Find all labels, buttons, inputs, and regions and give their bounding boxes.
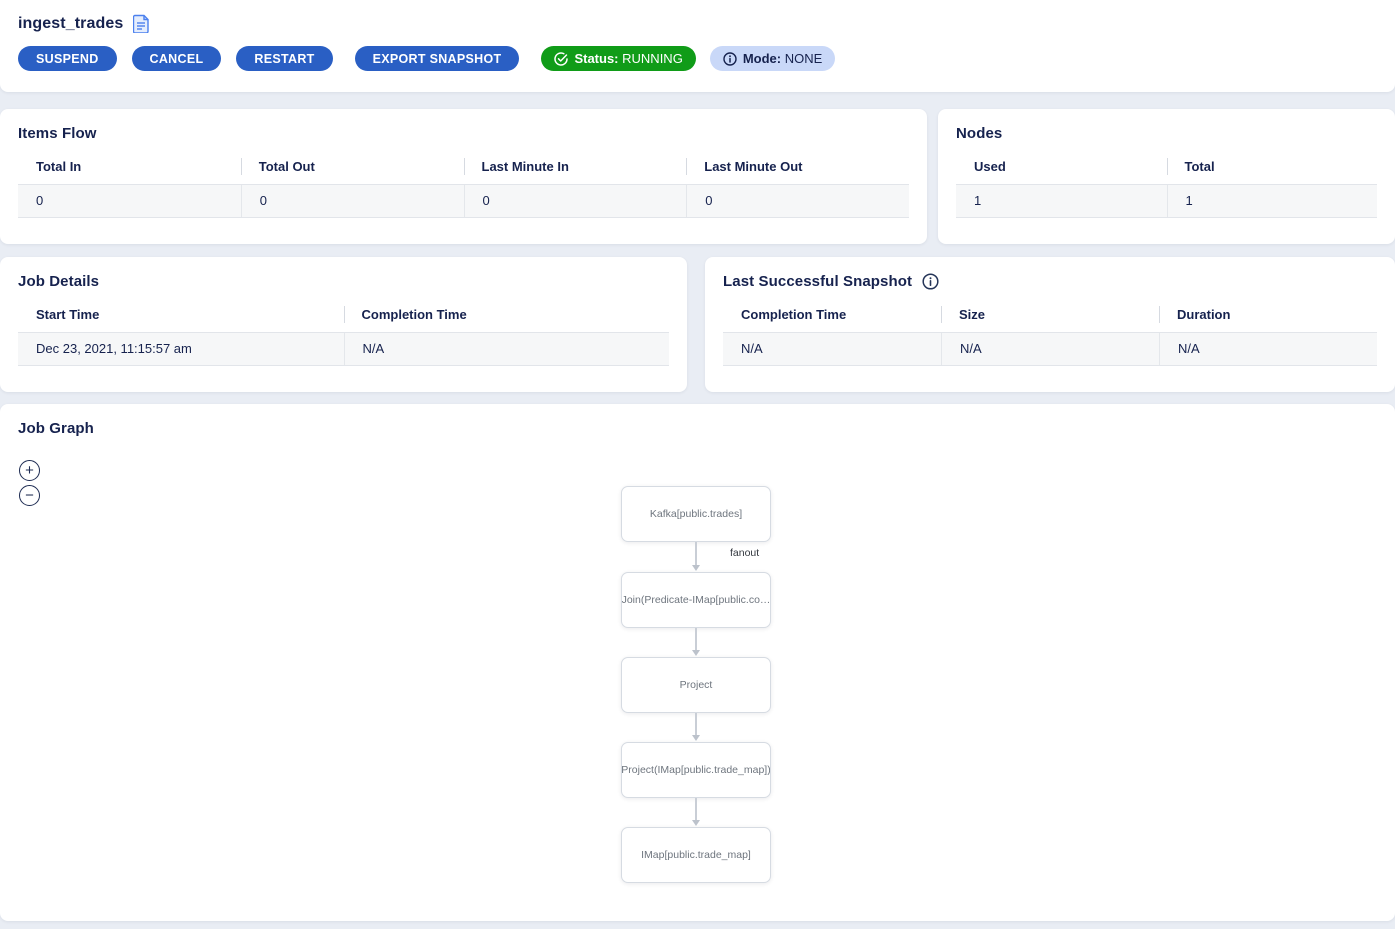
table-row: 0 0 0 0 [18,184,909,218]
graph-node-join[interactable]: Join(Predicate-IMap[public.co… [621,572,771,628]
actions-row: SUSPEND CANCEL RESTART EXPORT SNAPSHOT S… [18,46,1377,71]
cell-completion-time: N/A [344,333,670,365]
last-snapshot-title: Last Successful Snapshot [723,273,1377,290]
cell-total-out: 0 [241,185,464,217]
column-header: Total [1167,155,1378,184]
status-text: Status: RUNNING [574,51,682,66]
graph-node-project[interactable]: Project [621,657,771,713]
mode-badge: Mode: NONE [710,46,835,71]
snapshot-table: Completion Time Size Duration N/A N/A N/… [723,303,1377,366]
column-header: Total In [18,155,241,184]
page-title: ingest_trades [18,15,123,33]
job-graph-title: Job Graph [18,420,1377,437]
column-header: Total Out [241,155,464,184]
graph-edge-arrow [695,798,697,821]
items-flow-card: Items Flow Total In Total Out Last Minut… [0,109,927,244]
cell-nodes-total: 1 [1167,185,1378,217]
last-snapshot-card: Last Successful Snapshot Completion Time… [705,257,1395,392]
info-circle-icon[interactable] [922,273,939,290]
job-details-title: Job Details [18,273,669,290]
info-circle-icon [723,52,737,66]
mode-text: Mode: NONE [743,51,822,66]
graph-node-imap[interactable]: IMap[public.trade_map] [621,827,771,883]
graph-zoom-controls: + − [19,460,40,506]
cell-last-minute-in: 0 [464,185,687,217]
file-text-icon[interactable] [133,14,150,33]
job-details-table: Start Time Completion Time Dec 23, 2021,… [18,303,669,366]
nodes-table: Used Total 1 1 [956,155,1377,218]
job-header-card: ingest_trades SUSPEND CANCEL RESTART EXP… [0,0,1395,92]
cancel-button[interactable]: CANCEL [132,46,222,71]
graph-edge-arrow [695,542,697,566]
column-header: Used [956,155,1167,184]
table-row: 1 1 [956,184,1377,218]
column-header: Start Time [18,303,344,332]
column-header: Last Minute In [464,155,687,184]
job-details-card: Job Details Start Time Completion Time D… [0,257,687,392]
column-header: Size [941,303,1159,332]
items-flow-table: Total In Total Out Last Minute In Last M… [18,155,909,218]
graph-node-kafka[interactable]: Kafka[public.trades] [621,486,771,542]
table-row: Dec 23, 2021, 11:15:57 am N/A [18,332,669,366]
graph-node-project-imap[interactable]: Project(IMap[public.trade_map]) [621,742,771,798]
nodes-card: Nodes Used Total 1 1 [938,109,1395,244]
zoom-in-icon[interactable]: + [19,460,40,481]
restart-button[interactable]: RESTART [236,46,332,71]
graph-edge-arrow [695,628,697,651]
items-flow-title: Items Flow [18,125,909,142]
column-header: Last Minute Out [686,155,909,184]
cell-snapshot-completion: N/A [723,333,941,365]
graph-edge-label: fanout [730,547,759,559]
cell-last-minute-out: 0 [686,185,909,217]
export-snapshot-button[interactable]: EXPORT SNAPSHOT [355,46,520,71]
title-row: ingest_trades [18,14,1377,33]
cell-nodes-used: 1 [956,185,1167,217]
cell-snapshot-size: N/A [941,333,1159,365]
last-snapshot-title-text: Last Successful Snapshot [723,273,912,290]
column-header: Completion Time [344,303,670,332]
cell-total-in: 0 [18,185,241,217]
cell-start-time: Dec 23, 2021, 11:15:57 am [18,333,344,365]
suspend-button[interactable]: SUSPEND [18,46,117,71]
column-header: Completion Time [723,303,941,332]
status-badge: Status: RUNNING [541,46,695,71]
column-header: Duration [1159,303,1377,332]
job-graph-card: Job Graph + − Kafka[public.trades] Join(… [0,404,1395,921]
nodes-title: Nodes [956,125,1377,142]
graph-edge-arrow [695,713,697,736]
table-row: N/A N/A N/A [723,332,1377,366]
check-circle-icon [554,52,568,66]
cell-snapshot-duration: N/A [1159,333,1377,365]
zoom-out-icon[interactable]: − [19,485,40,506]
